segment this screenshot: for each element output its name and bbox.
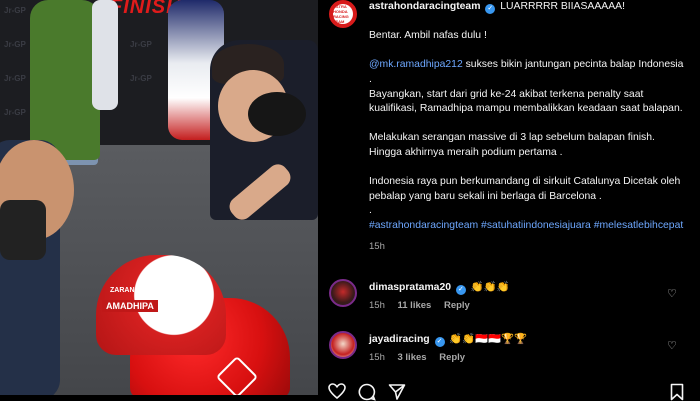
comment-row: jayadiracing ✓ 👏👏🇮🇩🇮🇩🏆🏆 15h 3 likes Repl… <box>328 331 690 371</box>
caption-gap <box>369 15 689 30</box>
caption: astrahondaracingteam ✓ LUARRRRR BIIASAAA… <box>369 0 689 254</box>
heart-icon[interactable]: ♡ <box>667 288 679 300</box>
like-heart-icon[interactable] <box>328 383 346 399</box>
share-icon[interactable] <box>388 383 406 401</box>
comment-time[interactable]: 15h <box>369 352 385 363</box>
commenter-username[interactable]: dimaspratama20 <box>369 282 451 293</box>
caption-gap <box>369 117 689 132</box>
reply-button[interactable]: Reply <box>439 352 465 363</box>
comment-text: 👏👏🇮🇩🇮🇩🏆🏆 <box>449 334 528 345</box>
caption-gap <box>369 161 689 176</box>
comments-panel: ASTRA HONDA RACING TEAM astrahondaracing… <box>318 0 700 401</box>
verified-icon: ✓ <box>485 4 496 14</box>
author-avatar-logo: ASTRA HONDA RACING TEAM <box>333 4 353 24</box>
author-avatar[interactable]: ASTRA HONDA RACING TEAM <box>329 0 357 28</box>
wall-logo: Jr-GP <box>130 74 152 83</box>
wall-logo: Jr-GP <box>4 40 26 49</box>
author-username[interactable]: astrahondaracingteam <box>369 1 480 12</box>
comment-icon[interactable] <box>358 383 376 401</box>
photographer <box>30 0 100 160</box>
caption-first-line: astrahondaracingteam ✓ LUARRRRR BIIASAAA… <box>369 0 689 15</box>
commenter-avatar[interactable] <box>329 331 357 359</box>
comment-likes[interactable]: 3 likes <box>398 352 427 363</box>
helmet-sponsor: ZARAN <box>110 287 135 294</box>
bookmark-icon[interactable] <box>670 383 684 401</box>
commenter-avatar[interactable] <box>329 279 357 307</box>
wall-logo: Jr-GP <box>4 6 26 15</box>
comment-meta: 15h 3 likes Reply <box>369 352 475 363</box>
comment-body: jayadiracing ✓ 👏👏🇮🇩🇮🇩🏆🏆 <box>369 333 527 347</box>
heart-icon[interactable]: ♡ <box>667 340 679 352</box>
left-headset <box>0 200 46 260</box>
comment-likes[interactable]: 11 likes <box>398 300 432 311</box>
headset <box>248 92 306 136</box>
comment-body: dimaspratama20 ✓ 👏👏👏 <box>369 281 510 295</box>
comment-time[interactable]: 15h <box>369 300 385 311</box>
mention-link[interactable]: @mk.ramadhipa212 <box>369 59 463 70</box>
caption-line: @mk.ramadhipa212 sukses bikin jantungan … <box>369 58 689 87</box>
hashtag-links[interactable]: #astrahondaracingteam #satuhatiindonesia… <box>369 219 689 234</box>
caption-line: Bayangkan, start dari grid ke-24 akibat … <box>369 88 683 115</box>
avatar-logo-text: ASTRA HONDA RACING TEAM <box>333 4 349 24</box>
wall-logo: Jr-GP <box>4 74 26 83</box>
caption-line: Indonesia raya pun berkumandang di sirku… <box>369 176 681 202</box>
post-viewer: Jr-GP Jr-GP Jr-GP Jr-GP Jr-GP Jr-GP FINI… <box>0 0 700 401</box>
verified-icon: ✓ <box>434 337 445 347</box>
caption-dot: . <box>369 205 372 217</box>
caption-gap <box>369 44 689 59</box>
caption-lead: LUARRRRR BIIASAAAAA! <box>500 1 625 12</box>
reply-button[interactable]: Reply <box>444 300 470 311</box>
caption-line: Bentar. Ambil nafas dulu ! <box>369 30 487 42</box>
caption-line: Melakukan serangan massive di 3 lap sebe… <box>369 132 655 158</box>
wall-logo: Jr-GP <box>4 108 26 117</box>
wall-logo: Jr-GP <box>130 40 152 49</box>
comment-meta: 15h 11 likes Reply <box>369 300 480 311</box>
commenter-username[interactable]: jayadiracing <box>369 334 430 345</box>
verified-icon: ✓ <box>455 285 466 295</box>
post-action-bar <box>328 380 690 401</box>
comment-row: dimaspratama20 ✓ 👏👏👏 15h 11 likes Reply … <box>328 279 690 319</box>
spectator <box>92 0 118 110</box>
post-timestamp[interactable]: 15h <box>369 240 689 255</box>
post-photo[interactable]: Jr-GP Jr-GP Jr-GP Jr-GP Jr-GP Jr-GP FINI… <box>0 0 318 395</box>
helmet-label: AMADHIPA <box>102 300 158 312</box>
comment-text: 👏👏👏 <box>470 282 510 293</box>
